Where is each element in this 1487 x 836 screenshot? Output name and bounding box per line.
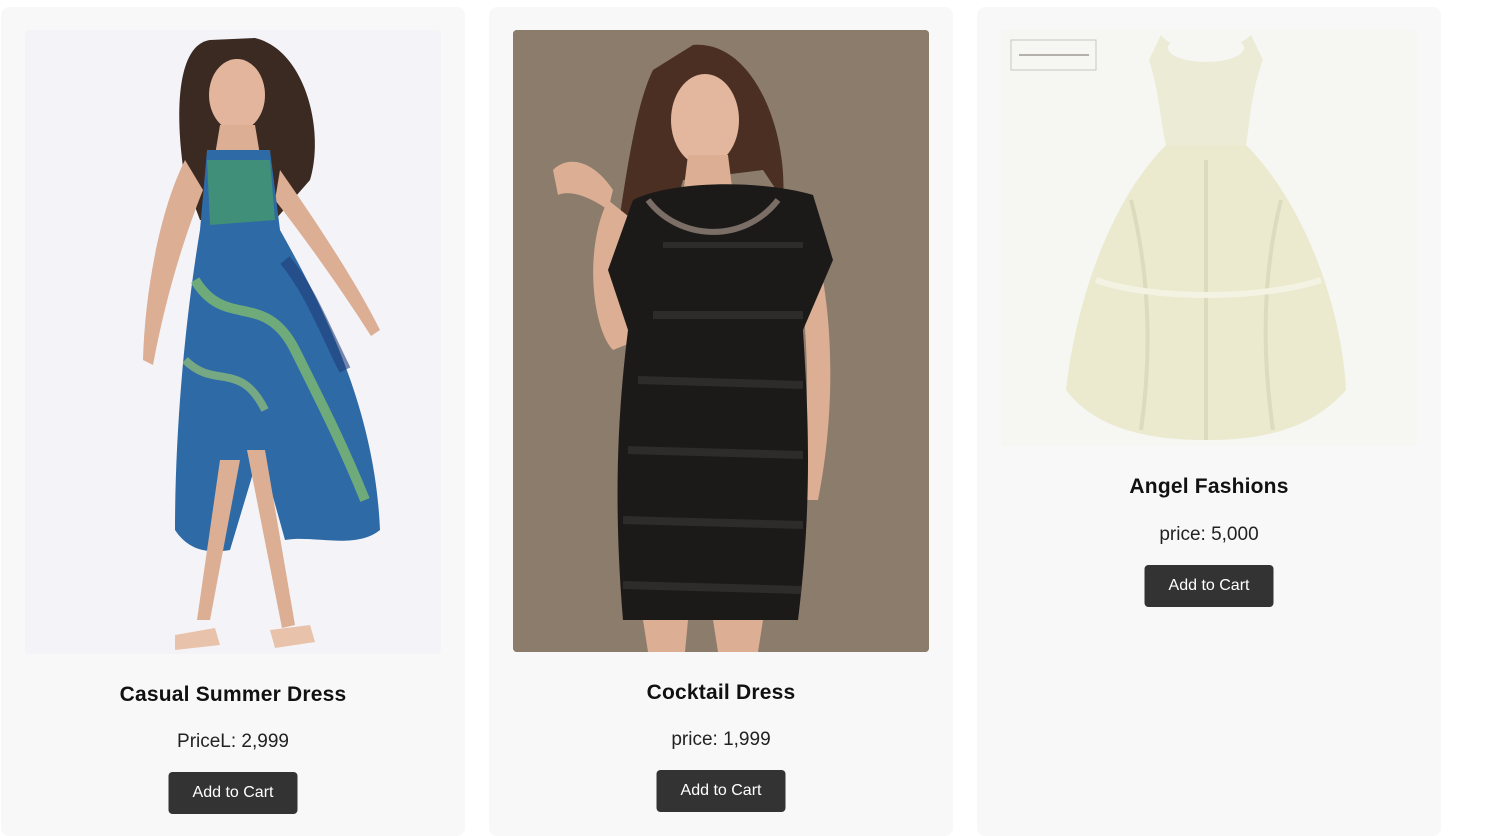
product-price: price: 1,999 <box>671 729 771 750</box>
dress-photo-icon <box>513 30 929 652</box>
product-price: price: 5,000 <box>1159 524 1259 545</box>
add-to-cart-button[interactable]: Add to Cart <box>656 770 786 812</box>
product-price: PriceL: 2,999 <box>177 731 289 752</box>
product-title: Angel Fashions <box>1129 475 1289 498</box>
product-card-angel-fashions: Angel Fashions price: 5,000 Add to Cart <box>977 7 1441 836</box>
dress-photo-icon <box>25 30 441 654</box>
add-to-cart-button[interactable]: Add to Cart <box>1144 565 1274 607</box>
product-image[interactable] <box>25 30 441 654</box>
product-title: Cocktail Dress <box>646 681 796 704</box>
product-card-casual-summer-dress: Casual Summer Dress PriceL: 2,999 Add to… <box>1 7 465 836</box>
product-card-cocktail-dress: Cocktail Dress price: 1,999 Add to Cart <box>489 7 953 836</box>
product-grid: Casual Summer Dress PriceL: 2,999 Add to… <box>0 0 1487 836</box>
product-title: Casual Summer Dress <box>119 683 347 706</box>
dress-photo-icon <box>1001 30 1417 446</box>
add-to-cart-button[interactable]: Add to Cart <box>168 772 298 814</box>
product-image[interactable] <box>1001 30 1417 446</box>
product-image[interactable] <box>513 30 929 652</box>
